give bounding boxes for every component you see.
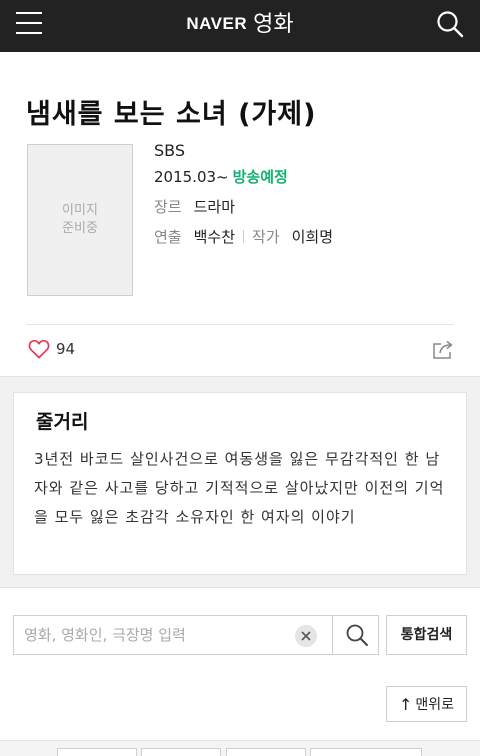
genre-value[interactable]: 드라마 [194,198,235,216]
clear-button[interactable] [295,625,317,647]
writer-link[interactable]: 이희명 [292,228,333,246]
poster-placeholder-line2: 준비중 [62,221,98,236]
footer-strip [0,740,480,756]
poster-placeholder: 이미지 준비중 [27,144,133,296]
status-badge: 방송예정 [232,168,288,186]
app-header: NAVER 영화 [0,0,480,52]
footer-tab[interactable] [226,748,306,756]
movie-logo-text: 영화 [253,12,294,37]
total-search-button[interactable]: 통합검색 [386,615,467,655]
back-to-top-button[interactable]: ↑ 맨위로 [386,686,467,722]
writer-label: 작가 [252,228,280,246]
back-to-top-label: 맨위로 [415,697,455,713]
synopsis-section: 줄거리 3년전 바코드 살인사건으로 여동생을 잃은 무감각적인 한 남자와 같… [0,376,480,588]
naver-logo-text: NAVER [186,14,248,33]
broadcaster: SBS [154,141,186,160]
director-link[interactable]: 백수찬 [194,228,235,246]
synopsis-text: 3년전 바코드 살인사건으로 여동생을 잃은 무감각적인 한 남자와 같은 사고… [34,450,445,526]
director-label: 연출 [154,228,182,246]
search-input[interactable] [24,622,294,648]
footer-tab[interactable] [141,748,221,756]
heart-icon [28,339,50,359]
synopsis-heading: 줄거리 [36,411,89,433]
divider [26,324,454,325]
poster-placeholder-line1: 이미지 [62,203,98,218]
synopsis-card: 줄거리 3년전 바코드 살인사건으로 여동생을 잃은 무감각적인 한 남자와 같… [13,392,467,575]
search-icon[interactable] [436,10,464,38]
share-icon[interactable] [432,338,454,360]
arrow-up-icon: ↑ [398,694,413,714]
genre-label: 장르 [154,198,182,216]
like-count: 94 [56,340,76,358]
close-icon [301,631,311,641]
like-button[interactable]: 94 [28,339,75,359]
footer-tab[interactable] [57,748,137,756]
movie-info: SBS 2015.03~ 방송예정 장르 드라마 연출 백수찬 작가 이희명 [154,140,464,256]
page-title: 냄새를 보는 소녀 (가제) [26,99,317,130]
air-date: 2015.03~ [154,168,229,186]
footer-tab[interactable] [310,748,422,756]
divider [243,230,245,243]
search-form [13,615,379,655]
brand-logo[interactable]: NAVER 영화 [0,9,480,39]
search-button[interactable] [332,615,380,655]
search-icon [346,624,368,646]
